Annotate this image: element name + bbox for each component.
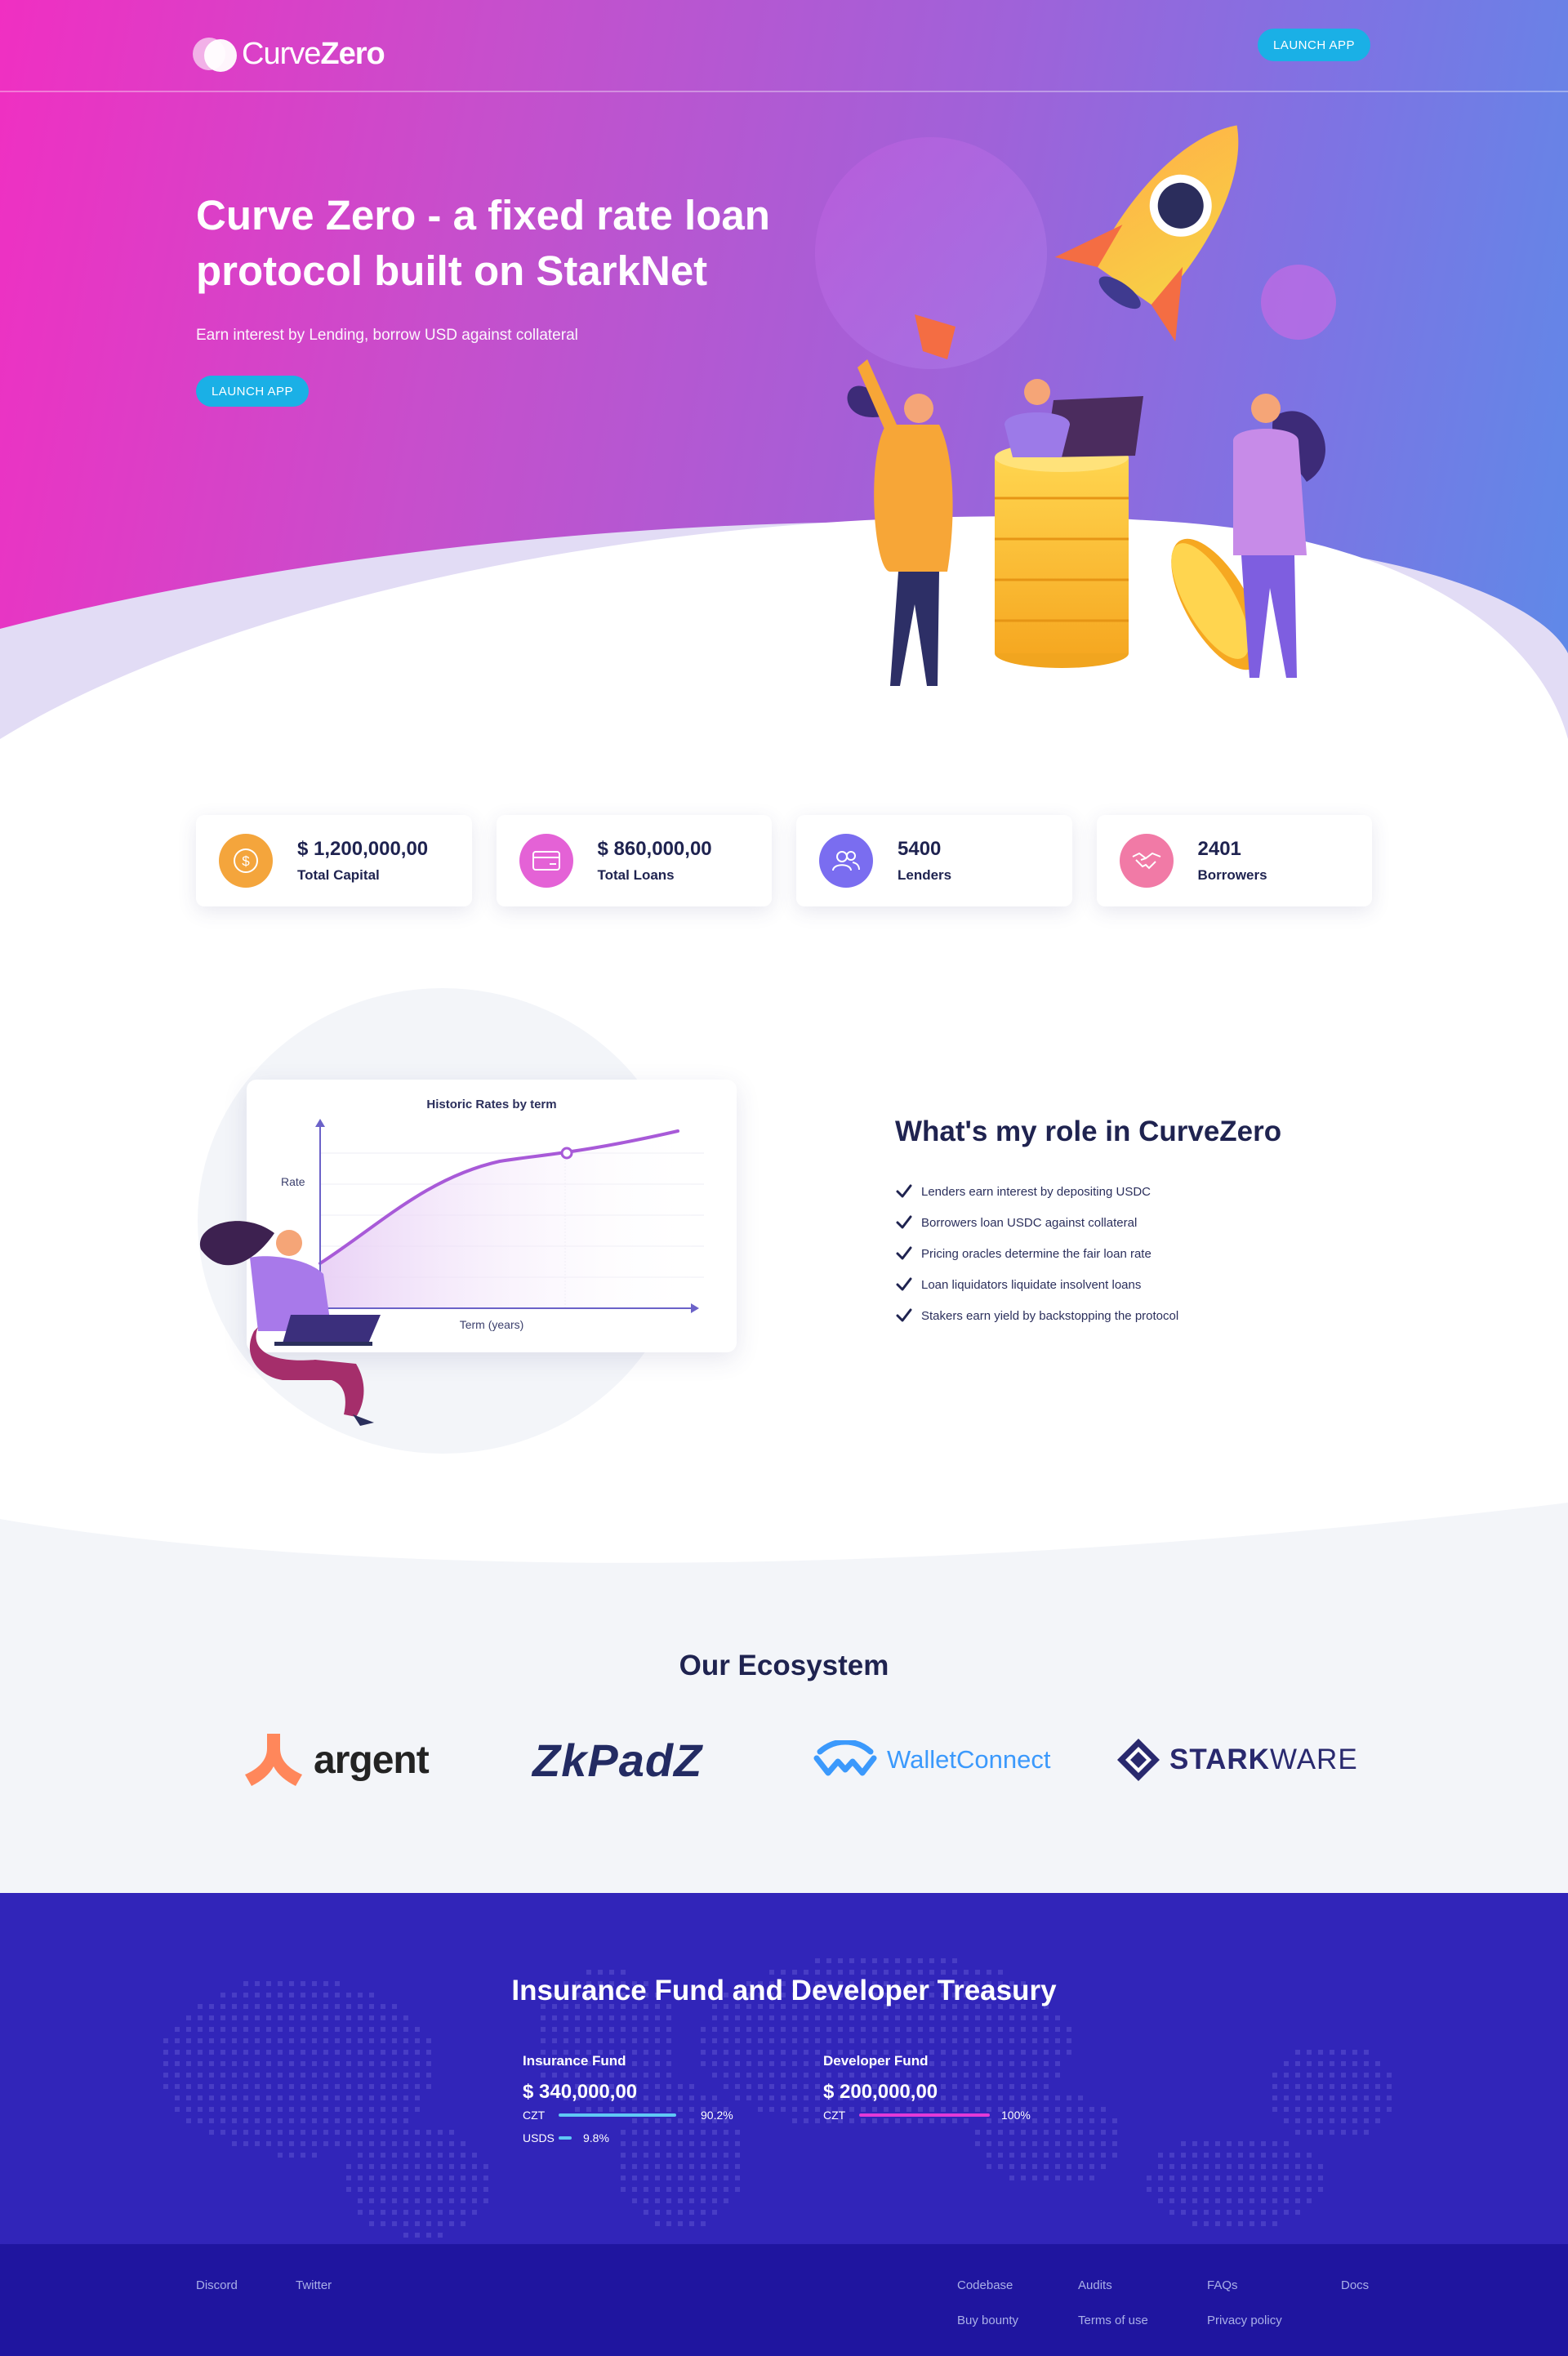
- bar-percent: 90.2%: [701, 2109, 733, 2122]
- insurance-title: Insurance Fund and Developer Treasury: [511, 1975, 1057, 2006]
- bar-track: [859, 2113, 990, 2117]
- fund-bar-row: CZT 100%: [823, 2104, 1068, 2127]
- stat-label: Lenders: [898, 867, 952, 883]
- footer-link-twitter[interactable]: Twitter: [296, 2278, 332, 2292]
- stat-label: Borrowers: [1197, 867, 1267, 883]
- argent-logo[interactable]: argent: [245, 1731, 430, 1788]
- stat-value: 2401: [1197, 838, 1241, 860]
- stat-value: $ 860,000,00: [597, 838, 712, 860]
- footer-link-faqs[interactable]: FAQs: [1207, 2278, 1238, 2292]
- stat-value: $ 1,200,000,00: [297, 838, 429, 860]
- bar-name: CZT: [523, 2109, 546, 2122]
- svg-text:$: $: [242, 853, 250, 869]
- starkware-icon: [1117, 1739, 1160, 1781]
- list-item-text: Stakers earn yield by backstopping the p…: [921, 1308, 1179, 1323]
- bar-fill: [559, 2136, 572, 2140]
- list-item: Pricing oracles determine the fair loan …: [895, 1238, 1178, 1269]
- fund-value: $ 340,000,00: [523, 2081, 638, 2103]
- fund-label: Insurance Fund: [523, 2053, 626, 2069]
- hero-section: CurveZero LAUNCH APP Curve Zero - a fixe…: [0, 0, 1568, 739]
- list-item: Borrowers loan USDC against collateral: [895, 1207, 1178, 1238]
- chart-title: Historic Rates by term: [426, 1098, 557, 1111]
- insurance-fund: Insurance Fund $ 340,000,00 CZT 90.2% US…: [523, 2053, 768, 2149]
- stat-label: Total Loans: [597, 867, 675, 883]
- bar-percent: 100%: [1001, 2109, 1031, 2122]
- fund-bar-row: CZT 90.2%: [523, 2104, 768, 2127]
- bar-name: USDS: [523, 2131, 555, 2144]
- footer: Discord Twitter Codebase Audits FAQs Doc…: [0, 2244, 1568, 2356]
- stat-card-borrowers: 2401 Borrowers: [1096, 815, 1372, 906]
- fund-bar-row: USDS 9.8%: [523, 2127, 768, 2149]
- list-item: Stakers earn yield by backstopping the p…: [895, 1300, 1178, 1331]
- footer-link-audits[interactable]: Audits: [1078, 2278, 1112, 2292]
- dollar-icon: $: [219, 834, 273, 888]
- footer-link-docs[interactable]: Docs: [1341, 2278, 1369, 2292]
- bar-name: CZT: [823, 2109, 846, 2122]
- handshake-icon: [1119, 834, 1174, 888]
- developer-fund: Developer Fund $ 200,000,00 CZT 100%: [823, 2053, 1068, 2127]
- stats-row: $ $ 1,200,000,00 Total Capital $ 860,000…: [196, 815, 1372, 906]
- ecosystem-title: Our Ecosystem: [679, 1650, 889, 1681]
- ecosystem-section: Our Ecosystem argent ZkPadZ WalletConnec…: [0, 1486, 1568, 1895]
- girl-with-laptop-illustration: [199, 1221, 381, 1426]
- role-list: Lenders earn interest by depositing USDC…: [895, 1176, 1178, 1331]
- starkware-logo[interactable]: STARKWARE: [1117, 1731, 1358, 1788]
- walletconnect-logo[interactable]: WalletConnect: [813, 1731, 1050, 1788]
- fund-label: Developer Fund: [823, 2053, 929, 2069]
- footer-link-codebase[interactable]: Codebase: [957, 2278, 1013, 2292]
- list-item-text: Pricing oracles determine the fair loan …: [921, 1246, 1152, 1261]
- chart-y-axis-label: Rate: [281, 1175, 305, 1188]
- list-item: Lenders earn interest by depositing USDC: [895, 1176, 1178, 1207]
- check-icon: [896, 1215, 912, 1229]
- zkpad-wordmark: ZkPadZ: [532, 1734, 703, 1786]
- bar-track: [559, 2113, 689, 2117]
- check-icon: [896, 1308, 912, 1322]
- list-item: Loan liquidators liquidate insolvent loa…: [895, 1269, 1178, 1300]
- role-title: What's my role in CurveZero: [895, 1116, 1282, 1147]
- list-item-text: Lenders earn interest by depositing USDC: [921, 1184, 1151, 1199]
- rocket-team-illustration: [815, 125, 1336, 686]
- stat-label: Total Capital: [297, 867, 380, 883]
- users-icon: [819, 834, 873, 888]
- fund-value: $ 200,000,00: [823, 2081, 938, 2103]
- insurance-section: Insurance Fund and Developer Treasury In…: [0, 1893, 1568, 2244]
- footer-link-bounty[interactable]: Buy bounty: [957, 2314, 1018, 2327]
- list-item-text: Loan liquidators liquidate insolvent loa…: [921, 1277, 1142, 1292]
- ecosystem-wave-background: [0, 1503, 1568, 1895]
- stat-card-total-loans: $ 860,000,00 Total Loans: [496, 815, 772, 906]
- walletconnect-icon: [813, 1740, 877, 1776]
- bar-fill: [559, 2113, 676, 2117]
- footer-link-privacy[interactable]: Privacy policy: [1207, 2314, 1282, 2327]
- bar-percent: 9.8%: [583, 2131, 609, 2144]
- bar-fill: [859, 2113, 990, 2117]
- footer-link-terms[interactable]: Terms of use: [1078, 2314, 1148, 2327]
- wallet-icon: [519, 834, 573, 888]
- check-icon: [896, 1184, 912, 1198]
- stat-card-total-capital: $ $ 1,200,000,00 Total Capital: [196, 815, 472, 906]
- stat-card-lenders: 5400 Lenders: [796, 815, 1072, 906]
- stat-value: 5400: [898, 838, 942, 860]
- walletconnect-wordmark: WalletConnect: [887, 1745, 1051, 1774]
- zkpad-logo[interactable]: ZkPadZ: [532, 1731, 702, 1788]
- check-icon: [896, 1277, 912, 1291]
- starkware-wordmark: STARKWARE: [1169, 1744, 1358, 1775]
- footer-link-discord[interactable]: Discord: [196, 2278, 238, 2292]
- check-icon: [896, 1246, 912, 1260]
- argent-wordmark: argent: [314, 1738, 430, 1782]
- argent-icon: [245, 1734, 302, 1786]
- bar-track: [559, 2136, 572, 2140]
- list-item-text: Borrowers loan USDC against collateral: [921, 1215, 1138, 1230]
